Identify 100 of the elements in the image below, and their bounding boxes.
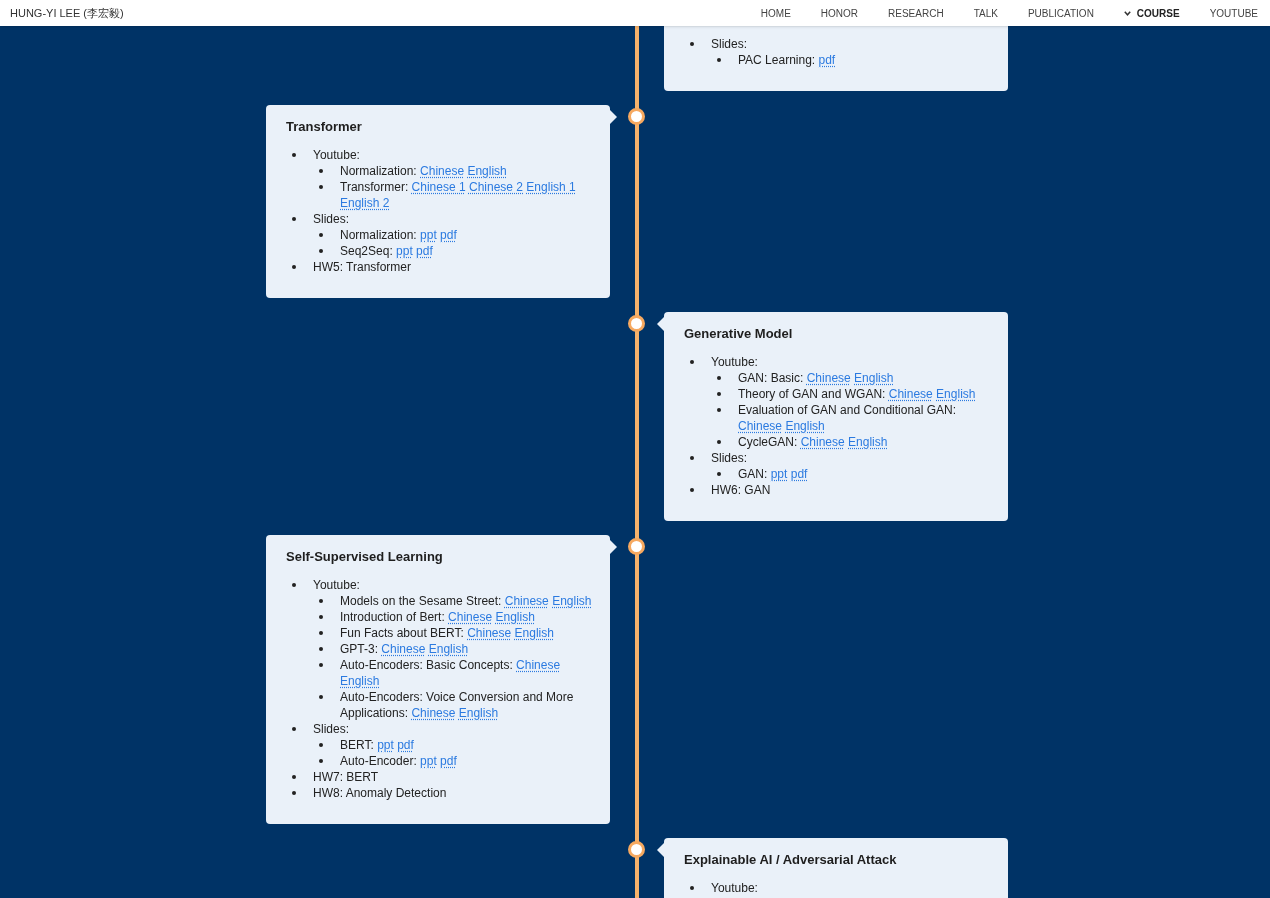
- link[interactable]: Chinese: [806, 371, 851, 385]
- bullet-icon: [690, 42, 694, 46]
- bullet-icon: [319, 743, 323, 747]
- list-item-text: GAN: ppt pdf: [738, 466, 809, 482]
- link[interactable]: Chinese: [420, 164, 465, 178]
- section-label: Youtube:: [313, 578, 360, 592]
- link[interactable]: ppt: [396, 244, 413, 258]
- link[interactable]: Chinese: [411, 706, 456, 720]
- section-label: HW5: Transformer: [313, 260, 411, 274]
- link[interactable]: ppt: [770, 467, 788, 481]
- link[interactable]: English: [495, 610, 535, 624]
- section-label: Slides:: [313, 722, 350, 736]
- bullet-icon: [292, 153, 296, 157]
- list-item-text: GPT-3: Chinese English: [340, 641, 470, 657]
- list-item-text: BERT: ppt pdf: [340, 737, 415, 753]
- link[interactable]: pdf: [790, 467, 808, 481]
- list-item-text: Seq2Seq: ppt pdf: [340, 243, 434, 259]
- list-item-text: Normalization: Chinese English: [340, 163, 508, 179]
- section-label: Slides:: [711, 37, 748, 51]
- bullet-icon: [292, 583, 296, 587]
- bullet-icon: [690, 456, 694, 460]
- bullet-icon: [319, 233, 323, 237]
- link[interactable]: Chinese: [800, 435, 845, 449]
- section-label: Youtube:: [313, 148, 360, 162]
- bullet-icon: [319, 599, 323, 603]
- link[interactable]: English 1: [526, 180, 576, 194]
- bullet-icon: [292, 217, 296, 221]
- bullet-icon: [319, 615, 323, 619]
- link[interactable]: pdf: [416, 244, 433, 258]
- link[interactable]: English: [467, 164, 507, 178]
- list-item-text: Fun Facts about BERT: Chinese English: [340, 625, 555, 641]
- bullet-icon: [292, 265, 296, 269]
- link[interactable]: English: [848, 435, 888, 449]
- bullet-icon: [690, 886, 694, 890]
- bullet-icon: [292, 775, 296, 779]
- link[interactable]: English: [428, 642, 469, 656]
- link[interactable]: pdf: [440, 754, 457, 768]
- site-title[interactable]: HUNG-YI LEE (李宏毅): [10, 4, 124, 22]
- list-item-text: PAC Learning: pdf: [738, 52, 837, 68]
- link[interactable]: ppt: [420, 754, 437, 768]
- section-label: HW7: BERT: [313, 770, 379, 784]
- bullet-icon: [690, 488, 694, 492]
- link[interactable]: English: [936, 387, 976, 401]
- link[interactable]: English: [854, 371, 894, 385]
- link[interactable]: Chinese 1: [411, 180, 466, 194]
- bullet-icon: [319, 647, 323, 651]
- link[interactable]: Chinese: [467, 626, 512, 640]
- nav-link[interactable]: TALK: [973, 5, 998, 21]
- link[interactable]: English 2: [340, 196, 390, 210]
- bullet-icon: [690, 360, 694, 364]
- link[interactable]: Chinese: [888, 387, 933, 401]
- card-title: Transformer: [286, 118, 363, 136]
- bullet-icon: [319, 169, 323, 173]
- nav-link[interactable]: COURSE: [1123, 5, 1180, 21]
- list-item-text: CycleGAN: Chinese English: [738, 434, 889, 450]
- link[interactable]: pdf: [397, 738, 414, 752]
- link[interactable]: English: [552, 594, 592, 608]
- timeline-marker-icon: [628, 841, 645, 858]
- section-label: HW8: Anomaly Detection: [313, 786, 447, 800]
- list-item-text: Auto-Encoders: Voice Conversion and More Applications: Chinese English: [340, 689, 575, 721]
- list-item-text: Auto-Encoder: ppt pdf: [340, 753, 458, 769]
- card-title: Generative Model: [684, 325, 794, 343]
- timeline-marker-icon: [628, 315, 645, 332]
- link[interactable]: Chinese: [738, 419, 783, 433]
- list-item-text: GAN: Basic: Chinese English: [738, 370, 895, 386]
- list-item-text: Introduction of Bert: Chinese English: [340, 609, 536, 625]
- bullet-icon: [319, 249, 323, 253]
- link[interactable]: ppt: [377, 738, 394, 752]
- list-item-text: Evaluation of GAN and Conditional GAN: Chinese English: [738, 402, 958, 434]
- link[interactable]: pdf: [818, 53, 836, 67]
- link[interactable]: Chinese 2: [468, 180, 523, 194]
- bullet-icon: [717, 392, 721, 396]
- link[interactable]: Chinese: [516, 658, 561, 672]
- bullet-icon: [717, 440, 721, 444]
- link[interactable]: English: [340, 674, 380, 688]
- nav-link[interactable]: HONOR: [820, 5, 859, 21]
- link[interactable]: English: [785, 419, 825, 433]
- bullet-icon: [717, 58, 721, 62]
- nav-link[interactable]: RESEARCH: [888, 5, 944, 21]
- list-item-text: Transformer: Chinese 1 Chinese 2 English 1 English 2: [340, 179, 577, 211]
- link[interactable]: English: [514, 626, 554, 640]
- link[interactable]: English: [458, 706, 499, 720]
- bullet-icon: [319, 185, 323, 189]
- link[interactable]: pdf: [440, 228, 457, 242]
- nav-link[interactable]: YOUTUBE: [1209, 5, 1258, 21]
- link[interactable]: ppt: [420, 228, 437, 242]
- list-item-text: Models on the Sesame Street: Chinese English: [340, 593, 593, 609]
- link[interactable]: Chinese: [504, 594, 549, 608]
- timeline-marker-icon: [628, 538, 645, 555]
- link[interactable]: Chinese: [381, 642, 426, 656]
- timeline-marker-icon: [628, 108, 645, 125]
- bullet-icon: [319, 759, 323, 763]
- nav-link[interactable]: HOME: [760, 5, 791, 21]
- section-label: Youtube:: [711, 881, 758, 895]
- link[interactable]: Chinese: [448, 610, 493, 624]
- bullet-icon: [319, 631, 323, 635]
- section-label: Youtube:: [711, 355, 758, 369]
- bullet-icon: [717, 376, 721, 380]
- nav-link[interactable]: PUBLICATION: [1027, 5, 1094, 21]
- bullet-icon: [319, 695, 323, 699]
